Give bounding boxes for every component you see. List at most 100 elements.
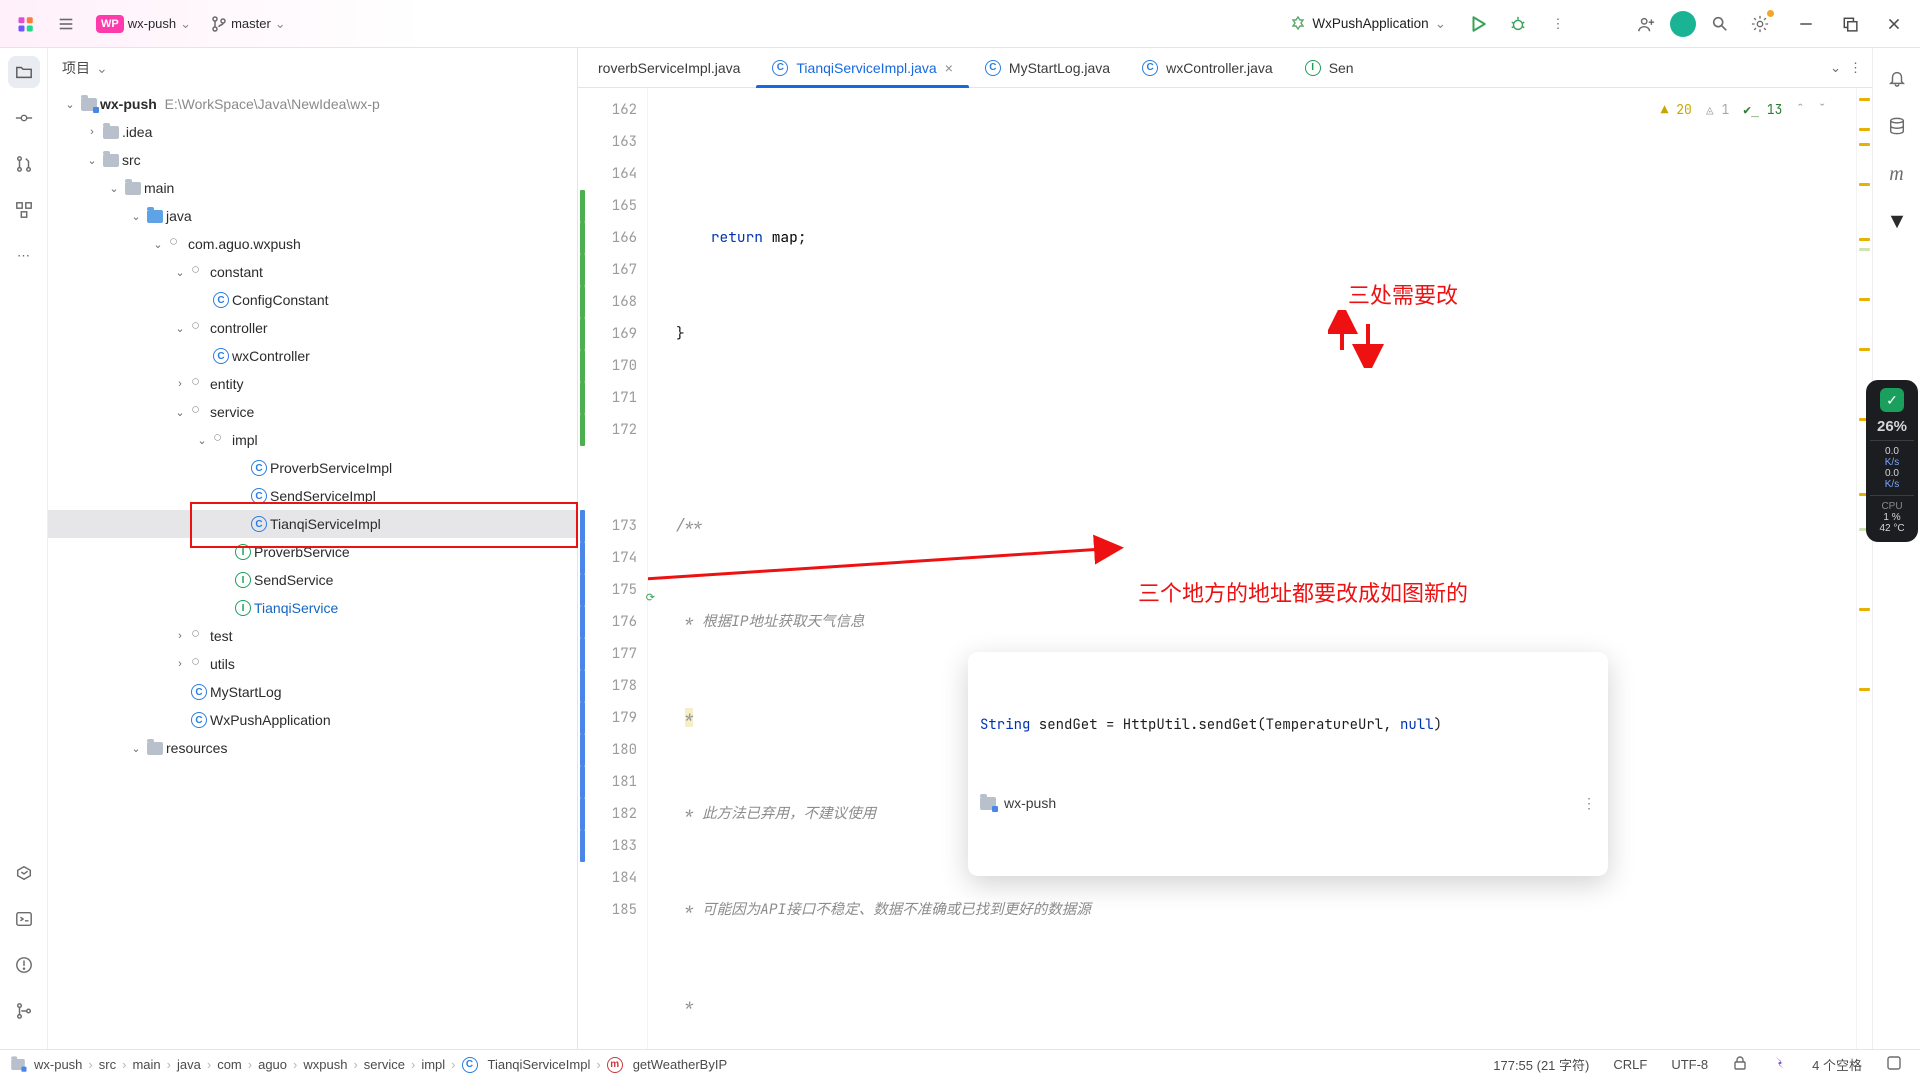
tree-wxpushapp[interactable]: CWxPushApplication — [48, 706, 577, 734]
tab-tianqiserviceimpl[interactable]: CTianqiServiceImpl.java× — [756, 48, 969, 87]
vcs-tool-icon[interactable] — [8, 995, 40, 1027]
annotation-text-1: 三处需要改 — [1348, 280, 1458, 312]
annotation-text-2: 三个地方的地址都要改成如图新的 — [1138, 578, 1468, 610]
tree-resources[interactable]: ⌄resources — [48, 734, 577, 762]
git-branch-selector[interactable]: master ⌄ — [205, 12, 292, 36]
maven-tool-icon[interactable]: m — [1881, 158, 1913, 190]
tab-proverbserviceimpl[interactable]: roverbServiceImpl.java — [582, 48, 756, 87]
crumb-item[interactable]: wxpush — [303, 1057, 347, 1072]
crumb-item[interactable]: wx-push — [34, 1057, 82, 1072]
close-button[interactable] — [1878, 8, 1910, 40]
database-tool-icon[interactable] — [1881, 110, 1913, 142]
copilot-icon[interactable] — [1764, 1055, 1796, 1074]
crumb-item[interactable]: service — [364, 1057, 405, 1072]
tree-sendimpl[interactable]: CSendServiceImpl — [48, 482, 577, 510]
code-with-me-icon[interactable] — [1630, 8, 1662, 40]
pull-requests-icon[interactable] — [8, 148, 40, 180]
tree-entity[interactable]: ›entity — [48, 370, 577, 398]
account-avatar[interactable] — [1670, 11, 1696, 37]
tab-wxcontroller[interactable]: CwxController.java — [1126, 48, 1289, 87]
parameter-hint-popup: String sendGet = HttpUtil.sendGet(Temper… — [968, 652, 1608, 876]
gutter[interactable]: 1621631641651661671681691701711721731741… — [578, 88, 648, 1049]
code-editor[interactable]: ▲ 20 ◬ 1 ✔̲ 13 ˆˇ return map; } /** * 根据… — [648, 88, 1856, 1049]
project-badge: WP — [96, 15, 124, 33]
tree-sendservice[interactable]: ISendService — [48, 566, 577, 594]
debug-button[interactable] — [1502, 8, 1534, 40]
tree-utils[interactable]: ›utils — [48, 650, 577, 678]
crumb-item[interactable]: aguo — [258, 1057, 287, 1072]
perf-widget[interactable]: ✓ 26% 0.0 K/s 0.0 K/s CPU 1 % 42 °C — [1866, 380, 1918, 542]
shield-icon: ✓ — [1880, 388, 1904, 412]
error-stripe[interactable] — [1856, 88, 1872, 1049]
close-tab-icon[interactable]: × — [945, 60, 953, 76]
minimize-button[interactable] — [1790, 8, 1822, 40]
file-encoding[interactable]: UTF-8 — [1663, 1057, 1716, 1072]
indent-setting[interactable]: 4 个空格 — [1804, 1055, 1870, 1074]
tree-main[interactable]: ⌄main — [48, 174, 577, 202]
commit-tool-icon[interactable] — [8, 102, 40, 134]
tree-tianqiimpl[interactable]: CTianqiServiceImpl — [48, 510, 577, 538]
crumb-item[interactable]: TianqiServiceImpl — [488, 1057, 591, 1072]
hamburger-icon[interactable] — [50, 8, 82, 40]
crumb-item[interactable]: main — [132, 1057, 160, 1072]
tree-constant[interactable]: ⌄constant — [48, 258, 577, 286]
right-tool-rail: m — [1872, 48, 1920, 1049]
statusbar: wx-push›src›main›java›com›aguo›wxpush›se… — [0, 1049, 1920, 1079]
project-tree[interactable]: ⌄wx-push E:\WorkSpace\Java\NewIdea\wx-p … — [48, 88, 577, 1049]
tree-configconstant[interactable]: CConfigConstant — [48, 286, 577, 314]
run-config-selector[interactable]: WxPushApplication ⌄ — [1282, 12, 1454, 36]
perf-percent: 26% — [1870, 418, 1914, 435]
tabs-chevron-icon[interactable]: ⌄ — [1830, 60, 1841, 76]
tree-wxcontroller[interactable]: CwxController — [48, 342, 577, 370]
tree-proverbimpl[interactable]: CProverbServiceImpl — [48, 454, 577, 482]
line-separator[interactable]: CRLF — [1605, 1057, 1655, 1072]
editor-area: roverbServiceImpl.java CTianqiServiceImp… — [578, 48, 1872, 1049]
project-selector[interactable]: WP wx-push ⌄ — [90, 11, 197, 37]
search-icon[interactable] — [1704, 8, 1736, 40]
more-tools-icon[interactable]: ⋯ — [8, 240, 40, 272]
status-more-icon[interactable] — [1878, 1055, 1910, 1074]
breadcrumbs[interactable]: wx-push›src›main›java›com›aguo›wxpush›se… — [34, 1057, 727, 1073]
tree-package[interactable]: ⌄com.aguo.wxpush — [48, 230, 577, 258]
titlebar: WP wx-push ⌄ master ⌄ WxPushApplication … — [0, 0, 1920, 48]
settings-icon[interactable] — [1744, 8, 1776, 40]
app-menu-icon[interactable] — [10, 8, 42, 40]
tree-service[interactable]: ⌄service — [48, 398, 577, 426]
caret-position[interactable]: 177:55 (21 字符) — [1485, 1055, 1597, 1074]
notifications-icon[interactable] — [1881, 62, 1913, 94]
tree-tianqiservice[interactable]: ITianqiService — [48, 594, 577, 622]
more-run-icon[interactable]: ⋮ — [1542, 8, 1574, 40]
terminal-tool-icon[interactable] — [8, 903, 40, 935]
tree-java[interactable]: ⌄java — [48, 202, 577, 230]
tree-root[interactable]: ⌄wx-push E:\WorkSpace\Java\NewIdea\wx-p — [48, 90, 577, 118]
tree-idea[interactable]: ›.idea — [48, 118, 577, 146]
services-tool-icon[interactable] — [8, 857, 40, 889]
hint-more-icon[interactable]: ⋮ — [1582, 790, 1596, 816]
tree-src[interactable]: ⌄src — [48, 146, 577, 174]
crumb-item[interactable]: java — [177, 1057, 201, 1072]
maximize-button[interactable] — [1834, 8, 1866, 40]
problems-tool-icon[interactable] — [8, 949, 40, 981]
project-name: wx-push — [128, 16, 176, 31]
readonly-toggle-icon[interactable] — [1724, 1055, 1756, 1074]
tree-impl[interactable]: ⌄impl — [48, 426, 577, 454]
structure-tool-icon[interactable] — [8, 194, 40, 226]
tab-mystartlog[interactable]: CMyStartLog.java — [969, 48, 1126, 87]
inspection-summary[interactable]: ▲ 20 ◬ 1 ✔̲ 13 ˆˇ — [1661, 94, 1826, 126]
tabs-more-icon[interactable]: ⋮ — [1849, 60, 1862, 76]
panel-header[interactable]: 项目 ⌄ — [48, 48, 577, 88]
panel-title: 项目 — [62, 58, 90, 78]
tree-proverbservice[interactable]: IProverbService — [48, 538, 577, 566]
run-button[interactable] — [1462, 8, 1494, 40]
tree-mystartlog[interactable]: CMyStartLog — [48, 678, 577, 706]
crumb-item[interactable]: src — [99, 1057, 116, 1072]
crumb-item[interactable]: impl — [421, 1057, 445, 1072]
left-tool-rail: ⋯ — [0, 48, 48, 1049]
tree-test[interactable]: ›test — [48, 622, 577, 650]
tab-more[interactable]: ISen — [1289, 48, 1370, 87]
crumb-item[interactable]: getWeatherByIP — [633, 1057, 727, 1072]
crumb-item[interactable]: com — [217, 1057, 242, 1072]
tree-controller[interactable]: ⌄controller — [48, 314, 577, 342]
project-tool-icon[interactable] — [8, 56, 40, 88]
ai-tool-icon[interactable] — [1881, 206, 1913, 238]
